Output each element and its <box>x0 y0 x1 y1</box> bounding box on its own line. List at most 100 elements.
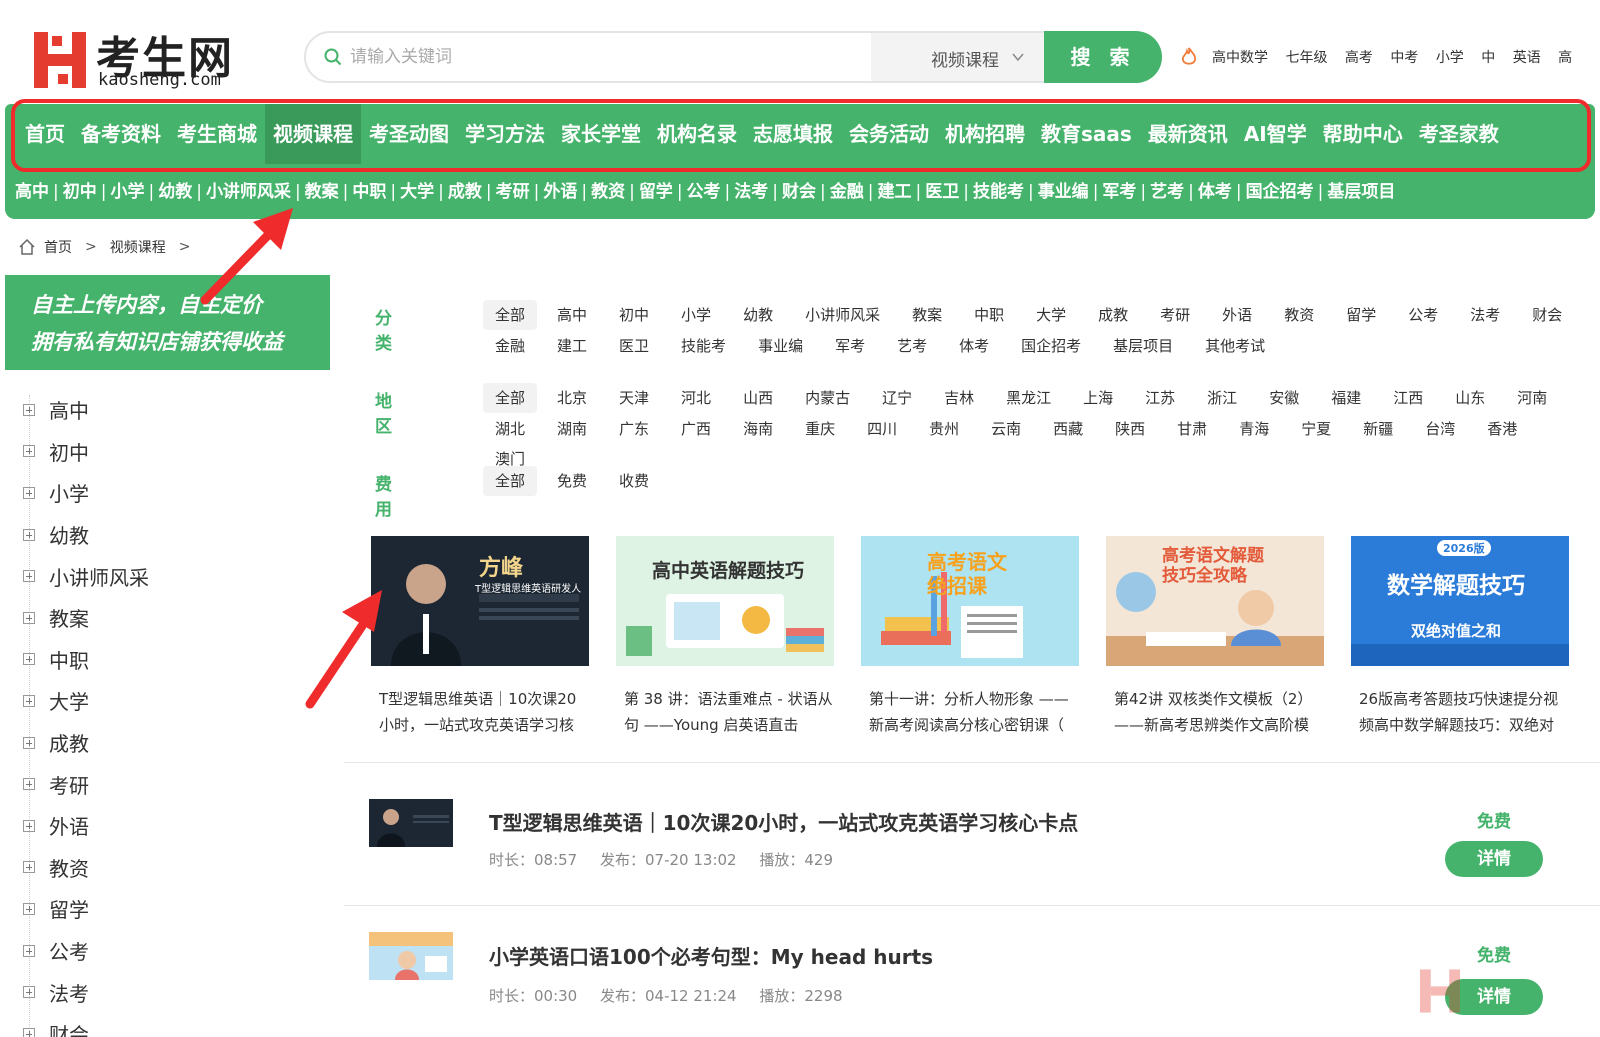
sub-nav-item[interactable]: 医卫 <box>925 182 959 202</box>
filter-option[interactable]: 全部 <box>483 466 538 496</box>
sub-nav-item[interactable]: 成教 <box>448 182 482 202</box>
sidebar-item[interactable]: 大学 <box>23 680 149 722</box>
filter-option[interactable]: 外语 <box>1210 300 1264 330</box>
course-card[interactable]: 2026版 数学解题技巧 双绝对值之和 26版高考答题技巧快速提分视频高中数学解… <box>1351 536 1569 738</box>
expand-icon[interactable] <box>23 528 35 541</box>
search-category-select[interactable]: 视频课程 <box>871 33 1046 81</box>
filter-option[interactable]: 新疆 <box>1351 414 1405 444</box>
expand-icon[interactable] <box>23 445 35 458</box>
expand-icon[interactable] <box>23 611 35 624</box>
filter-option[interactable]: 云南 <box>979 414 1033 444</box>
filter-option[interactable]: 小讲师风采 <box>793 300 892 330</box>
sub-nav-item[interactable]: 高中 <box>15 182 49 202</box>
filter-option[interactable]: 免费 <box>545 466 599 496</box>
sub-nav-item[interactable]: 艺考 <box>1150 182 1184 202</box>
sub-nav-item[interactable]: 技能考 <box>973 182 1024 202</box>
sub-nav-item[interactable]: 大学 <box>400 182 434 202</box>
filter-option[interactable]: 留学 <box>1334 300 1388 330</box>
hot-link[interactable]: 中考 <box>1390 50 1418 66</box>
filter-option[interactable]: 西藏 <box>1041 414 1095 444</box>
sidebar-item[interactable]: 考研 <box>23 763 149 805</box>
sub-nav-item[interactable]: 考研 <box>496 182 530 202</box>
sub-nav-item[interactable]: 幼教 <box>158 182 192 202</box>
course-card[interactable]: 高中英语解题技巧 第 38 讲：语法重难点 - 状语从句 ——Young 启英语… <box>616 536 834 738</box>
sub-nav-item[interactable]: 金融 <box>830 182 864 202</box>
expand-icon[interactable] <box>23 778 35 791</box>
filter-option[interactable]: 吉林 <box>932 383 986 413</box>
filter-option[interactable]: 全部 <box>483 300 538 330</box>
filter-option[interactable]: 黑龙江 <box>994 383 1063 413</box>
sub-nav-item[interactable]: 公考 <box>687 182 721 202</box>
hot-link[interactable]: 高考 <box>1345 50 1373 66</box>
expand-icon[interactable] <box>23 861 35 874</box>
search-button[interactable]: 搜 索 <box>1044 31 1162 83</box>
sub-nav-item[interactable]: 教资 <box>591 182 625 202</box>
filter-option[interactable]: 建工 <box>545 331 599 361</box>
filter-option[interactable]: 大学 <box>1024 300 1078 330</box>
filter-option[interactable]: 台湾 <box>1413 414 1467 444</box>
filter-option[interactable]: 江苏 <box>1133 383 1187 413</box>
expand-icon[interactable] <box>23 986 35 999</box>
details-button[interactable]: 详情 <box>1445 841 1543 877</box>
filter-option[interactable]: 考研 <box>1148 300 1202 330</box>
filter-option[interactable]: 重庆 <box>793 414 847 444</box>
sub-nav-item[interactable]: 留学 <box>639 182 673 202</box>
sub-nav-item[interactable]: 中职 <box>352 182 386 202</box>
expand-icon[interactable] <box>23 1027 35 1037</box>
sidebar-item[interactable]: 小讲师风采 <box>23 555 149 597</box>
filter-option[interactable]: 成教 <box>1086 300 1140 330</box>
filter-option[interactable]: 事业编 <box>746 331 815 361</box>
filter-option[interactable]: 初中 <box>607 300 661 330</box>
hot-link[interactable]: 七年级 <box>1285 50 1327 66</box>
sidebar-item[interactable]: 幼教 <box>23 514 149 556</box>
expand-icon[interactable] <box>23 403 35 416</box>
filter-option[interactable]: 安徽 <box>1257 383 1311 413</box>
list-thumbnail[interactable] <box>369 799 453 847</box>
filter-option[interactable]: 金融 <box>483 331 537 361</box>
filter-option[interactable]: 技能考 <box>669 331 738 361</box>
sub-nav-item[interactable]: 教案 <box>305 182 339 202</box>
list-item-title[interactable]: 小学英语口语100个必考句型：My head hurts <box>489 941 933 970</box>
filter-option[interactable]: 福建 <box>1319 383 1373 413</box>
sidebar-item[interactable]: 小学 <box>23 472 149 514</box>
sub-nav-item[interactable]: 小讲师风采 <box>206 182 291 202</box>
course-card[interactable]: 方峰 T型逻辑思维英语研发人 T型逻辑思维英语｜10次课20小时，一站式攻克英语… <box>371 536 589 738</box>
sidebar-item[interactable]: 初中 <box>23 431 149 473</box>
sidebar-item[interactable]: 留学 <box>23 888 149 930</box>
expand-icon[interactable] <box>23 819 35 832</box>
sidebar-item[interactable]: 高中 <box>23 389 149 431</box>
filter-option[interactable]: 山东 <box>1443 383 1497 413</box>
filter-option[interactable]: 香港 <box>1475 414 1529 444</box>
sub-nav-item[interactable]: 体考 <box>1198 182 1232 202</box>
sub-nav-item[interactable]: 外语 <box>543 182 577 202</box>
expand-icon[interactable] <box>23 570 35 583</box>
expand-icon[interactable] <box>23 944 35 957</box>
upload-promo-banner[interactable]: 自主上传内容，自主定价 拥有私有知识店铺获得收益 <box>5 275 330 370</box>
filter-option[interactable]: 收费 <box>607 466 661 496</box>
filter-option[interactable]: 内蒙古 <box>793 383 862 413</box>
course-card[interactable]: 高考语文解题技巧全攻略 第42讲 双核类作文模板（2）——新高考思辨类作文高阶模 <box>1106 536 1324 738</box>
filter-option[interactable]: 其他考试 <box>1193 331 1277 361</box>
filter-option[interactable]: 北京 <box>545 383 599 413</box>
search-input[interactable] <box>350 41 850 73</box>
filter-option[interactable]: 甘肃 <box>1165 414 1219 444</box>
filter-option[interactable]: 教资 <box>1272 300 1326 330</box>
sidebar-item[interactable]: 成教 <box>23 722 149 764</box>
filter-option[interactable]: 法考 <box>1458 300 1512 330</box>
filter-option[interactable]: 天津 <box>607 383 661 413</box>
hot-link[interactable]: 英语 <box>1513 50 1541 66</box>
sub-nav-item[interactable]: 事业编 <box>1038 182 1089 202</box>
expand-icon[interactable] <box>23 694 35 707</box>
filter-option[interactable]: 全部 <box>483 383 538 413</box>
filter-option[interactable]: 上海 <box>1071 383 1125 413</box>
filter-option[interactable]: 广东 <box>607 414 661 444</box>
course-card[interactable]: 高考语文绝招课 第十一讲：分析人物形象 —— 新高考阅读高分核心密钥课（ <box>861 536 1079 738</box>
filter-option[interactable]: 公考 <box>1396 300 1450 330</box>
sub-nav-item[interactable]: 军考 <box>1102 182 1136 202</box>
list-thumbnail[interactable] <box>369 932 453 980</box>
hot-link[interactable]: 中 <box>1481 50 1495 66</box>
filter-option[interactable]: 山西 <box>731 383 785 413</box>
sub-nav-item[interactable]: 小学 <box>110 182 144 202</box>
filter-option[interactable]: 青海 <box>1227 414 1281 444</box>
filter-option[interactable]: 艺考 <box>885 331 939 361</box>
